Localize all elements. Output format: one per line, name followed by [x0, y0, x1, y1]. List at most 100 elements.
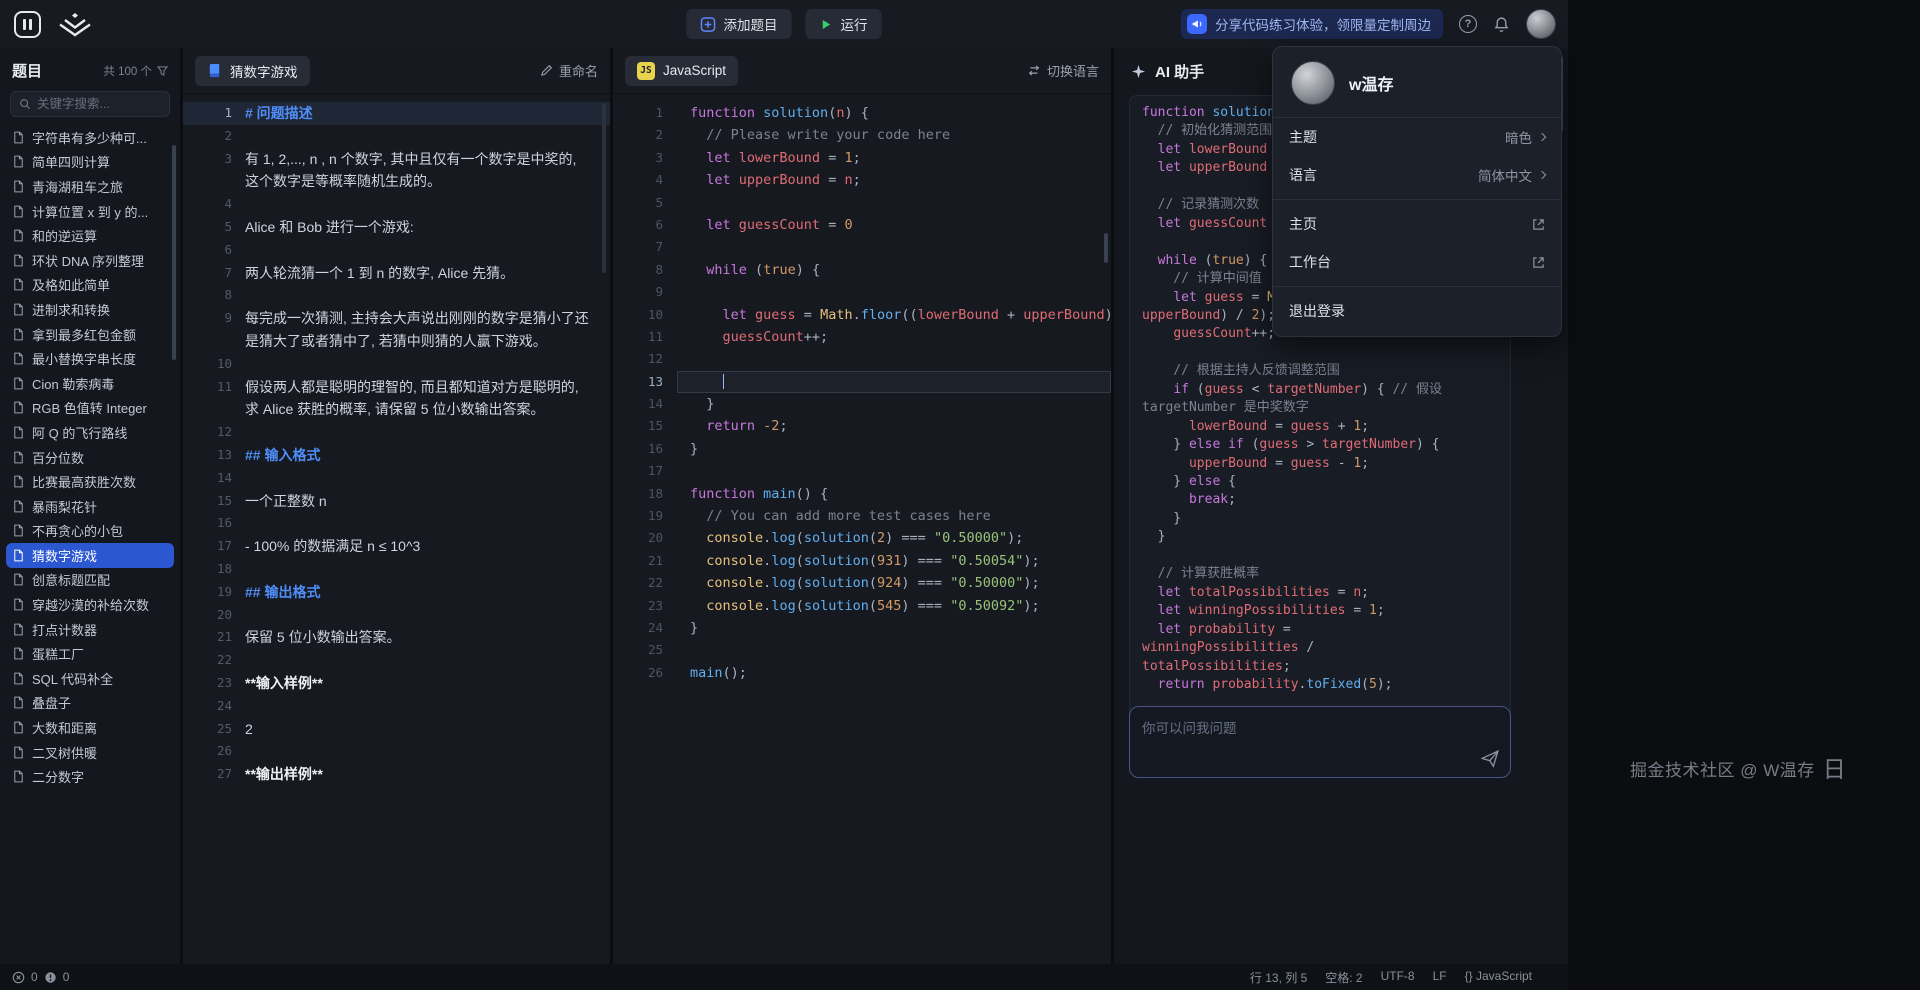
markdown-line[interactable]: 6: [183, 239, 610, 262]
markdown-line[interactable]: 17 - 100% 的数据满足 n ≤ 10^3: [183, 535, 610, 558]
sidebar-item[interactable]: 叠盘子: [0, 691, 180, 716]
code-line[interactable]: 19 // You can add more test cases here: [613, 505, 1111, 527]
problem-tab[interactable]: 猜数字游戏: [195, 56, 310, 86]
code-line[interactable]: 23 console.log(solution(545) === "0.5009…: [613, 595, 1111, 617]
help-button[interactable]: ?: [1459, 15, 1477, 33]
editor-scrollbar[interactable]: [1104, 233, 1108, 263]
code-line[interactable]: 4 let upperBound = n;: [613, 169, 1111, 191]
markdown-line[interactable]: 8: [183, 284, 610, 307]
sidebar-item[interactable]: 阿 Q 的飞行路线: [0, 420, 180, 445]
code-line[interactable]: 20 console.log(solution(2) === "0.50000"…: [613, 527, 1111, 549]
notifications-bell-icon[interactable]: [1493, 16, 1510, 33]
sidebar-item[interactable]: 计算位置 x 到 y 的...: [0, 199, 180, 224]
code-line[interactable]: 1 function solution(n) {: [613, 102, 1111, 124]
markdown-line[interactable]: 24: [183, 695, 610, 718]
promo-banner[interactable]: 分享代码练习体验，领限量定制周边: [1181, 9, 1443, 39]
menu-item-link[interactable]: 工作台: [1273, 243, 1561, 281]
sidebar-item[interactable]: 创意标题匹配: [0, 568, 180, 593]
rename-button[interactable]: 重命名: [540, 61, 598, 80]
ai-input-box[interactable]: [1129, 706, 1511, 778]
sidebar-item[interactable]: 暴雨梨花针: [0, 494, 180, 519]
statusbar-problems[interactable]: 0 0: [12, 970, 69, 984]
markdown-line[interactable]: 13 ## 输入格式: [183, 444, 610, 467]
markdown-line[interactable]: 27 **输出样例**: [183, 763, 610, 786]
editor-content[interactable]: 1 function solution(n) { 2 // Please wri…: [613, 94, 1111, 684]
code-line[interactable]: 26 main();: [613, 662, 1111, 684]
sidebar-item[interactable]: 穿越沙漠的补给次数: [0, 592, 180, 617]
sidebar-item[interactable]: 大数和距离: [0, 715, 180, 740]
code-line[interactable]: 18 function main() {: [613, 483, 1111, 505]
sidebar-item[interactable]: SQL 代码补全: [0, 666, 180, 691]
sidebar-item[interactable]: 青海湖租车之旅: [0, 174, 180, 199]
menu-item-link[interactable]: 主页: [1273, 205, 1561, 243]
filter-icon[interactable]: [157, 65, 168, 76]
code-line[interactable]: 25: [613, 639, 1111, 661]
sidebar-item[interactable]: 打点计数器: [0, 617, 180, 642]
language-tab[interactable]: JS JavaScript: [625, 56, 738, 86]
sidebar-item[interactable]: 简单四则计算: [0, 150, 180, 175]
app-logo-icon[interactable]: [14, 11, 41, 38]
markdown-line[interactable]: 3 有 1, 2,..., n , n 个数字, 其中且仅有一个数字是中奖的, …: [183, 148, 610, 194]
markdown-line[interactable]: 20: [183, 604, 610, 627]
code-line[interactable]: 13: [613, 371, 1111, 393]
sidebar-item[interactable]: 字符串有多少种可...: [0, 125, 180, 150]
sidebar-item[interactable]: 进制求和转换: [0, 297, 180, 322]
menu-item-select[interactable]: 语言 简体中文: [1273, 156, 1561, 194]
code-line[interactable]: 16 }: [613, 438, 1111, 460]
add-problem-button[interactable]: 添加题目: [687, 9, 792, 39]
search-input[interactable]: [37, 97, 161, 111]
ai-question-input[interactable]: [1130, 707, 1470, 777]
status-item[interactable]: 空格: 2: [1325, 969, 1362, 986]
sidebar-item[interactable]: 二叉树供暖: [0, 740, 180, 765]
user-avatar[interactable]: [1526, 9, 1556, 39]
markdown-line[interactable]: 2: [183, 125, 610, 148]
code-line[interactable]: 15 return -2;: [613, 415, 1111, 437]
sidebar-item[interactable]: 最小替换字串长度: [0, 346, 180, 371]
markdown-line[interactable]: 22: [183, 649, 610, 672]
sidebar-item[interactable]: 百分位数: [0, 445, 180, 470]
code-line[interactable]: 11 guessCount++;: [613, 326, 1111, 348]
sidebar-item[interactable]: Cion 勒索病毒: [0, 371, 180, 396]
markdown-line[interactable]: 11 假设两人都是聪明的理智的, 而且都知道对方是聪明的, 求 Alice 获胜…: [183, 376, 610, 422]
code-line[interactable]: 2 // Please write your code here: [613, 124, 1111, 146]
send-icon[interactable]: [1481, 750, 1499, 768]
sidebar-item[interactable]: 蛋糕工厂: [0, 641, 180, 666]
markdown-line[interactable]: 16: [183, 512, 610, 535]
menu-item[interactable]: 退出登录: [1273, 292, 1561, 330]
markdown-line[interactable]: 5 Alice 和 Bob 进行一个游戏:: [183, 216, 610, 239]
code-line[interactable]: 9: [613, 281, 1111, 303]
markdown-line[interactable]: 7 两人轮流猜一个 1 到 n 的数字, Alice 先猜。: [183, 262, 610, 285]
code-line[interactable]: 8 while (true) {: [613, 259, 1111, 281]
markdown-line[interactable]: 19 ## 输出格式: [183, 581, 610, 604]
code-line[interactable]: 21 console.log(solution(931) === "0.5005…: [613, 550, 1111, 572]
status-item[interactable]: 行 13, 列 5: [1250, 969, 1307, 986]
sidebar-scrollbar[interactable]: [172, 145, 176, 360]
sidebar-item[interactable]: 不再贪心的小包: [0, 519, 180, 544]
markdown-line[interactable]: 12: [183, 421, 610, 444]
markdown-line[interactable]: 23 **输入样例**: [183, 672, 610, 695]
juejin-logo-icon[interactable]: [57, 11, 93, 37]
code-line[interactable]: 24 }: [613, 617, 1111, 639]
markdown-line[interactable]: 26: [183, 740, 610, 763]
menu-item-select[interactable]: 主题 暗色: [1273, 118, 1561, 156]
sidebar-item[interactable]: 和的逆运算: [0, 223, 180, 248]
sidebar-item[interactable]: 环状 DNA 序列整理: [0, 248, 180, 273]
run-button[interactable]: 运行: [806, 9, 882, 39]
markdown-line[interactable]: 1 # 问题描述: [183, 102, 610, 125]
markdown-line[interactable]: 25 2: [183, 718, 610, 741]
markdown-line[interactable]: 15 一个正整数 n: [183, 490, 610, 513]
code-line[interactable]: 14 }: [613, 393, 1111, 415]
status-item[interactable]: {} JavaScript: [1465, 969, 1532, 986]
markdown-line[interactable]: 9 每完成一次猜测, 主持会大声说出刚刚的数字是猜小了还是猜大了或者猜中了, 若…: [183, 307, 610, 353]
code-line[interactable]: 5: [613, 192, 1111, 214]
code-line[interactable]: 6 let guessCount = 0: [613, 214, 1111, 236]
status-item[interactable]: UTF-8: [1381, 969, 1415, 986]
sidebar-item[interactable]: 及格如此简单: [0, 273, 180, 298]
sidebar-item[interactable]: 二分数字: [0, 764, 180, 789]
search-box[interactable]: [10, 91, 170, 117]
code-line[interactable]: 7: [613, 236, 1111, 258]
switch-language-button[interactable]: 切换语言: [1027, 61, 1099, 80]
code-line[interactable]: 3 let lowerBound = 1;: [613, 147, 1111, 169]
markdown-line[interactable]: 14: [183, 467, 610, 490]
sidebar-item[interactable]: 比赛最高获胜次数: [0, 469, 180, 494]
